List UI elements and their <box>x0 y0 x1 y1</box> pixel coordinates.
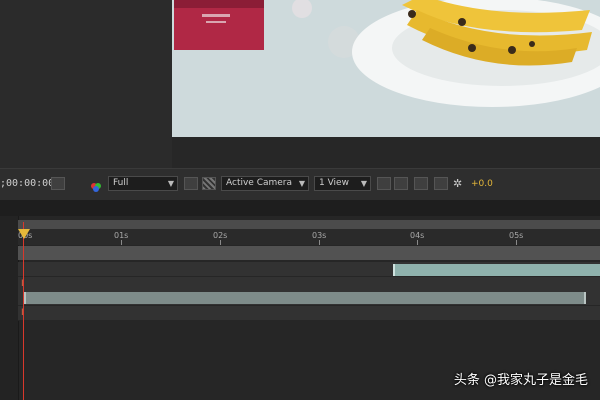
ruler-label: 01s <box>114 231 129 240</box>
camera-view-dropdown[interactable]: Active Camera ▼ <box>221 176 309 191</box>
toggle-pixel-aspect-icon[interactable] <box>377 177 391 190</box>
chevron-down-icon: ▼ <box>298 179 305 188</box>
ruler-tick <box>220 240 221 245</box>
chevron-down-icon: ▼ <box>360 179 367 188</box>
flowchart-icon[interactable] <box>434 177 448 190</box>
timeline-icon[interactable] <box>414 177 428 190</box>
ruler-tick <box>417 240 418 245</box>
transparency-grid-icon[interactable] <box>202 177 216 190</box>
ruler-tick <box>319 240 320 245</box>
watermark-text: 头条 @我家丸子是金毛 <box>453 373 588 388</box>
layer-track-2-property <box>18 306 600 321</box>
snapshot-camera-icon[interactable] <box>51 177 65 190</box>
work-area-bar[interactable] <box>18 246 600 260</box>
camera-view-value: Active Camera <box>226 178 293 188</box>
panel-separator <box>0 200 600 216</box>
viewer-bottom-area <box>172 137 600 168</box>
current-time-display[interactable]: ;00:00:00 <box>0 178 54 189</box>
layer-track-1-property <box>18 277 600 292</box>
ruler-label: 03s <box>312 231 327 240</box>
ruler-tick <box>516 240 517 245</box>
composition-preview-image <box>172 0 600 137</box>
resolution-value: Full <box>113 178 129 188</box>
view-layout-value: 1 View <box>319 178 349 188</box>
chevron-down-icon: ▼ <box>167 179 174 188</box>
ruler-tick <box>121 240 122 245</box>
banana-plate-image <box>172 0 600 137</box>
ruler-label: 02s <box>213 231 228 240</box>
layer-bar-2[interactable] <box>24 292 586 304</box>
layer-bar-1[interactable] <box>393 264 600 276</box>
ruler-label: 05s <box>509 231 524 240</box>
layer-switches-column <box>0 216 19 400</box>
color-channels-icon[interactable] <box>90 178 102 192</box>
exposure-value[interactable]: +0.0 <box>471 179 493 189</box>
playhead-line[interactable] <box>23 222 24 400</box>
exposure-reset-icon[interactable]: ✲ <box>453 177 467 190</box>
region-of-interest-icon[interactable] <box>184 177 198 190</box>
viewer-pasteboard <box>0 0 172 168</box>
view-layout-dropdown[interactable]: 1 View ▼ <box>314 176 371 191</box>
ruler-label: 04s <box>410 231 425 240</box>
fast-previews-icon[interactable] <box>394 177 408 190</box>
resolution-dropdown[interactable]: Full ▼ <box>108 176 178 191</box>
playhead-handle-icon[interactable] <box>18 229 30 239</box>
